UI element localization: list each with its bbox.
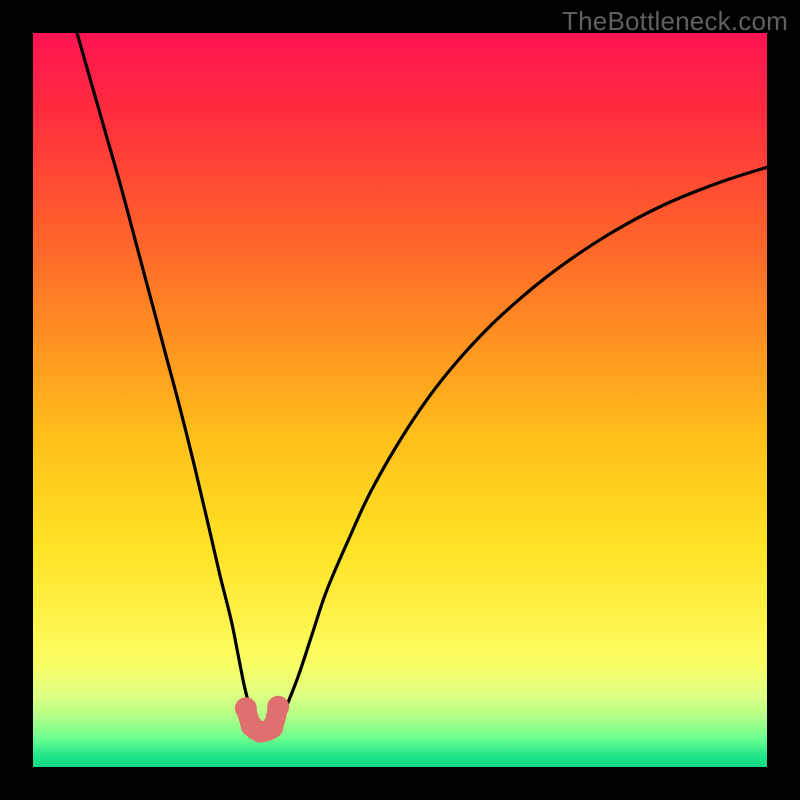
min-marker — [261, 716, 283, 738]
plot-area — [33, 33, 767, 767]
watermark-text: TheBottleneck.com — [562, 6, 788, 37]
min-marker — [267, 696, 289, 718]
gradient-background — [33, 33, 767, 767]
chart-svg — [33, 33, 767, 767]
outer-frame: TheBottleneck.com — [0, 0, 800, 800]
